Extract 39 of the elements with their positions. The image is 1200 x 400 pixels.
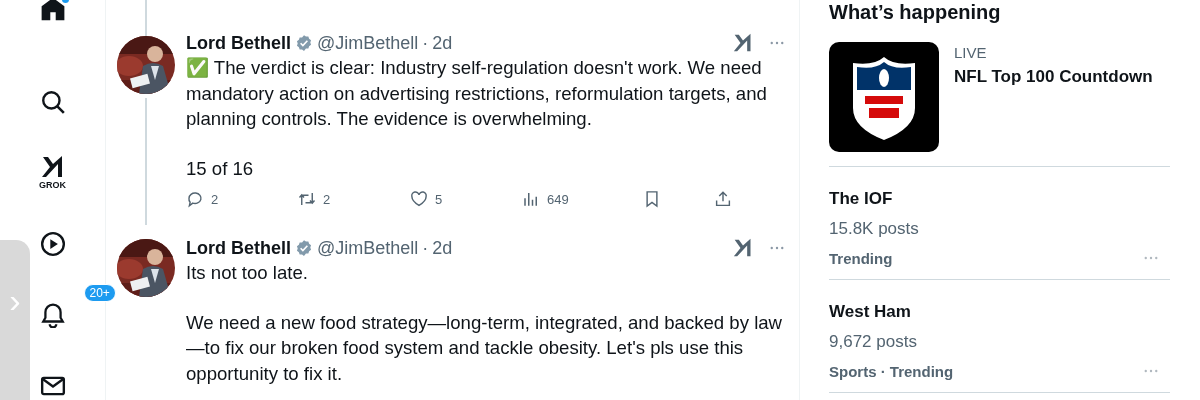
trend-name[interactable]: West Ham [829,302,1170,322]
event-title[interactable]: NFL Top 100 Countdown [954,67,1153,87]
trend-context: Sports · Trending [829,362,954,380]
post-count: 15.8K posts [829,219,920,239]
separator-dot: · [422,237,429,259]
bookmark-icon[interactable] [643,190,661,208]
post-time[interactable]: 2d [432,237,453,259]
author-name[interactable]: Lord Bethell [186,32,291,54]
repost-icon[interactable] [298,190,316,208]
play-icon[interactable] [39,230,66,257]
live-label: LIVE [954,44,988,61]
nav-label: GROK [39,180,66,190]
post-text: Its not too late. [186,261,309,285]
home-icon[interactable] [39,0,66,22]
grok-icon[interactable] [732,238,754,258]
views-count: 649 [547,191,569,207]
post-text: ✅ The verdict is clear: Industry self-regulation doesn't work. We need mandatory action on advertising restrictions, reformulation targets, and planning controls. The evidence is overwhelming. [186,56,768,131]
bell-icon[interactable] [39,301,66,328]
post-count: 9,672 posts [829,332,918,352]
author-handle[interactable]: @JimBethell [317,237,419,259]
author-name[interactable]: Lord Bethell [186,237,291,259]
grok-icon[interactable] [732,33,754,53]
author-handle[interactable]: @JimBethell [317,32,419,54]
repost-count: 2 [323,191,331,207]
bar-chart-icon[interactable] [522,190,540,208]
post-text: We need a new food strategy—long-term, integrated, and backed by law—to fix our broken food system and tackle obesity. Let's pls use this opportunity to fix it. [186,310,784,386]
post-text: 15 of 16 [186,156,255,181]
separator-dot: · [422,32,429,54]
like-count: 5 [435,191,443,207]
search-icon[interactable] [39,88,66,115]
trend-name[interactable]: The IOF [829,189,1170,209]
share-icon[interactable] [714,190,732,208]
heart-icon[interactable] [410,190,428,208]
trend-context: Trending [829,249,893,267]
reply-count: 2 [211,191,219,207]
notification-badge: 20+ [83,284,116,302]
reply-icon[interactable] [186,190,204,208]
post-time[interactable]: 2d [432,32,453,54]
section-heading: What’s happening [829,0,1002,24]
